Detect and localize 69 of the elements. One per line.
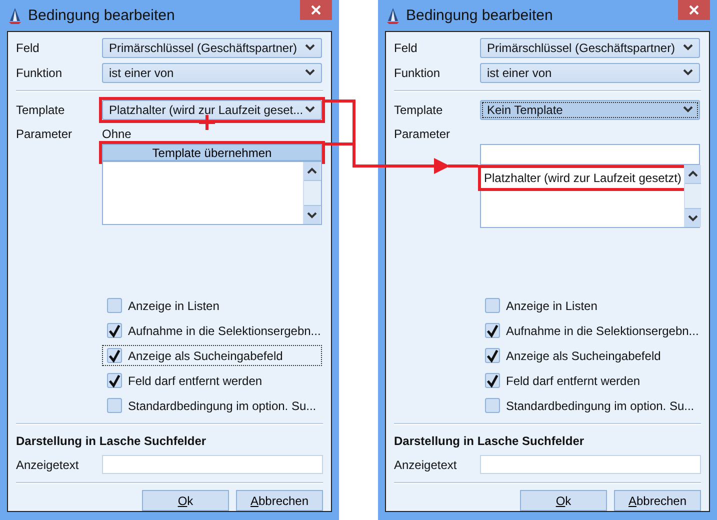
checkbox-option[interactable]: Aufnahme in die Selektionsergebn... (102, 320, 322, 341)
checkbox-option[interactable]: Feld darf entfernt werden (480, 370, 700, 391)
section-title: Darstellung in Lasche Suchfelder (394, 434, 586, 448)
chevron-down-icon (305, 44, 315, 51)
dropdown[interactable]: Primärschlüssel (Geschäftspartner) (102, 38, 322, 58)
section-title: Darstellung in Lasche Suchfelder (16, 434, 208, 448)
dialog-button[interactable]: Ok (520, 490, 607, 511)
checkbox-option[interactable]: Standardbedingung im option. Su... (480, 395, 700, 416)
checkbox-option[interactable]: Anzeige als Sucheingabefeld (480, 345, 700, 366)
window-title: Bedingung bearbeiten (406, 7, 553, 24)
template-dropdown[interactable]: Kein Template (480, 100, 700, 120)
scrollbar[interactable] (303, 162, 321, 224)
dialog-button[interactable]: Abbrechen (614, 490, 701, 511)
close-button[interactable] (300, 0, 332, 20)
scroll-up-icon[interactable] (685, 165, 702, 183)
chevron-down-icon (683, 106, 693, 113)
parameter-value: Ohne (102, 127, 132, 141)
apply-template-button[interactable]: Template übernehmen (102, 144, 322, 161)
checkbox-option[interactable]: Feld darf entfernt werden (102, 370, 322, 391)
list-item[interactable]: Platzhalter (wird zur Laufzeit gesetzt) (481, 168, 684, 188)
checkbox[interactable] (107, 398, 122, 413)
checkbox[interactable] (485, 373, 500, 388)
dropdown[interactable]: Primärschlüssel (Geschäftspartner) (480, 38, 700, 58)
checkbox[interactable] (485, 298, 500, 313)
chevron-down-icon (305, 69, 315, 76)
chevron-down-icon (683, 69, 693, 76)
checkbox-option[interactable]: Anzeige als Sucheingabefeld (102, 345, 322, 366)
scroll-down-icon[interactable] (304, 206, 320, 224)
field-label: Funktion (394, 66, 442, 80)
sail-icon (8, 6, 22, 24)
checkbox-option[interactable]: Anzeige in Listen (480, 295, 700, 316)
window-title: Bedingung bearbeiten (28, 7, 175, 24)
checkbox[interactable] (107, 373, 122, 388)
parameter-input-field[interactable] (480, 144, 700, 164)
dropdown[interactable]: ist einer von (480, 62, 700, 82)
checkbox[interactable] (107, 323, 122, 338)
scroll-up-icon[interactable] (304, 162, 320, 180)
sail-icon (386, 6, 400, 24)
checkbox[interactable] (485, 348, 500, 363)
scroll-down-icon[interactable] (685, 209, 702, 227)
checkbox[interactable] (485, 323, 500, 338)
close-button[interactable] (678, 0, 710, 20)
field-label: Feld (16, 40, 40, 54)
checkbox[interactable] (485, 398, 500, 413)
field-label: Feld (394, 40, 418, 54)
dropdown[interactable]: ist einer von (102, 62, 322, 82)
display-text-field[interactable] (102, 455, 323, 474)
field-label: Anzeigetext (394, 458, 458, 472)
field-label: Template (16, 102, 66, 116)
scrollbar[interactable] (684, 165, 702, 227)
dialog-button[interactable]: Abbrechen (236, 490, 323, 511)
close-icon (689, 5, 699, 15)
chevron-down-icon (683, 44, 693, 51)
parameter-list[interactable]: Platzhalter (wird zur Laufzeit gesetzt) (480, 164, 700, 228)
display-text-field[interactable] (480, 455, 701, 474)
checkbox[interactable] (107, 348, 122, 363)
checkbox-option[interactable]: Standardbedingung im option. Su... (102, 395, 322, 416)
chevron-down-icon (305, 106, 315, 113)
dialog-button[interactable]: Ok (142, 490, 229, 511)
template-dropdown[interactable]: Platzhalter (wird zur Laufzeit geset... (102, 100, 322, 120)
field-label: Parameter (16, 127, 74, 141)
field-label: Funktion (16, 66, 64, 80)
checkbox-option[interactable]: Anzeige in Listen (102, 295, 322, 316)
close-icon (311, 5, 321, 15)
field-label: Parameter (394, 127, 452, 141)
checkbox-option[interactable]: Aufnahme in die Selektionsergebn... (480, 320, 700, 341)
field-label: Template (394, 102, 444, 116)
field-label: Anzeigetext (16, 458, 80, 472)
checkbox[interactable] (107, 298, 122, 313)
